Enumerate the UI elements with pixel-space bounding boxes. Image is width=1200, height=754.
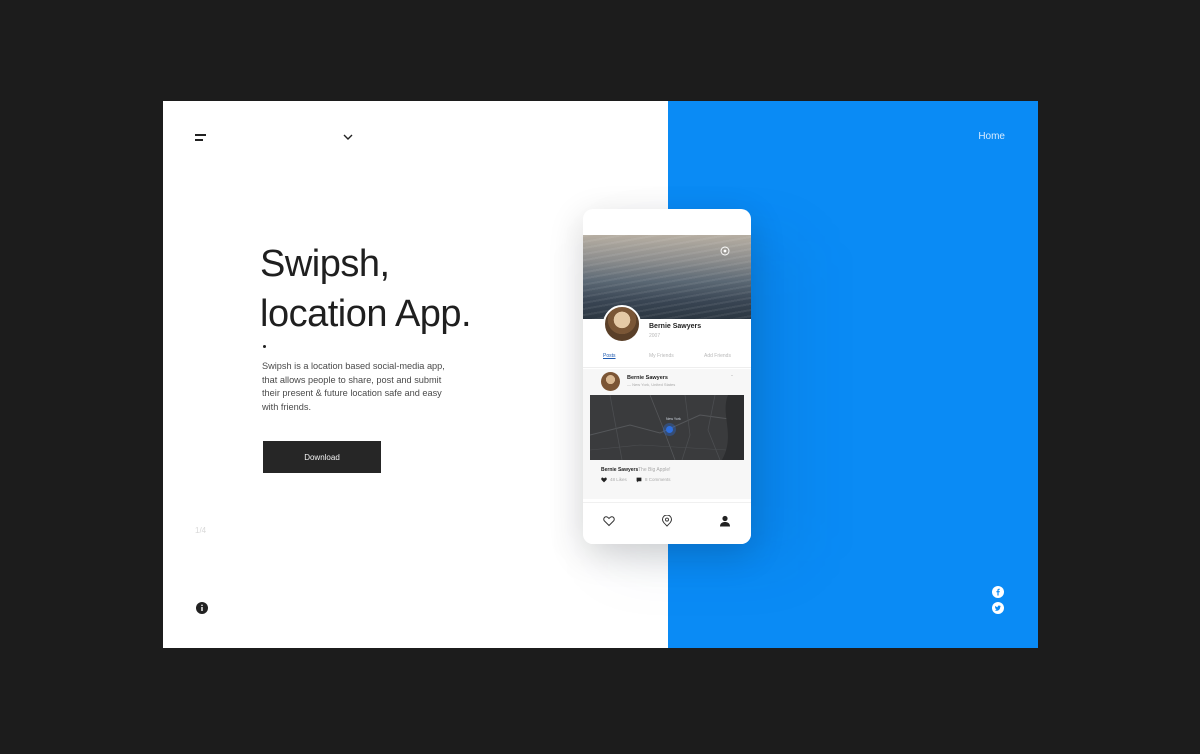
facebook-icon[interactable] [992,586,1004,598]
profile-avatar[interactable] [603,305,641,343]
language-select[interactable] [331,129,353,145]
download-button[interactable]: Download [263,441,381,473]
hero-description: Swipsh is a location based social-media … [262,361,445,412]
post-map[interactable]: New York [590,395,744,460]
hero-title-line2: location App. [260,293,472,335]
slide-counter: 1/4 [195,526,207,535]
heart-icon[interactable] [603,515,615,527]
heart-icon[interactable] [601,477,607,483]
info-icon[interactable] [196,602,208,614]
profile-icon[interactable] [719,515,731,527]
caption-author: Bernie Sawyers [601,467,639,473]
map-location-pin[interactable] [666,426,673,433]
phone-mockup: Bernie Sawyers 2007 Posts My Friends Add… [583,209,751,544]
chevron-down-icon [343,134,353,140]
hero-dot [263,345,266,348]
post-author-avatar[interactable] [601,372,620,391]
caption-text: The Big Apple! [638,467,671,473]
tab-posts[interactable]: Posts [603,353,616,359]
map-icon[interactable] [661,515,673,527]
comment-count: 8 Comments [645,477,671,482]
tab-add-friends[interactable]: Add Friends [704,353,731,359]
hero-title-line1: Swipsh, [260,243,390,285]
like-count: 48 Likes [610,477,627,482]
settings-icon[interactable] [719,245,731,257]
profile-subtitle: 2007 [649,333,661,339]
landing-frame: Home Swipsh, location App. Swipsh is a l… [163,101,1038,648]
profile-name: Bernie Sawyers [649,323,702,330]
bottom-nav [583,502,751,544]
menu-icon[interactable] [195,134,207,144]
hero-title: Swipsh, location App. [260,239,520,339]
nav-home-link[interactable]: Home [978,131,1005,142]
post-location: — New York, United States [627,382,676,387]
comment-icon[interactable] [636,477,642,483]
profile-tabs: Posts My Friends Add Friends [583,349,751,368]
map-label: New York [666,417,681,421]
post-author-name: Bernie Sawyers [627,375,668,381]
post-options-button[interactable]: · [731,373,733,379]
tab-my-friends[interactable]: My Friends [649,353,674,359]
twitter-icon[interactable] [992,602,1004,614]
